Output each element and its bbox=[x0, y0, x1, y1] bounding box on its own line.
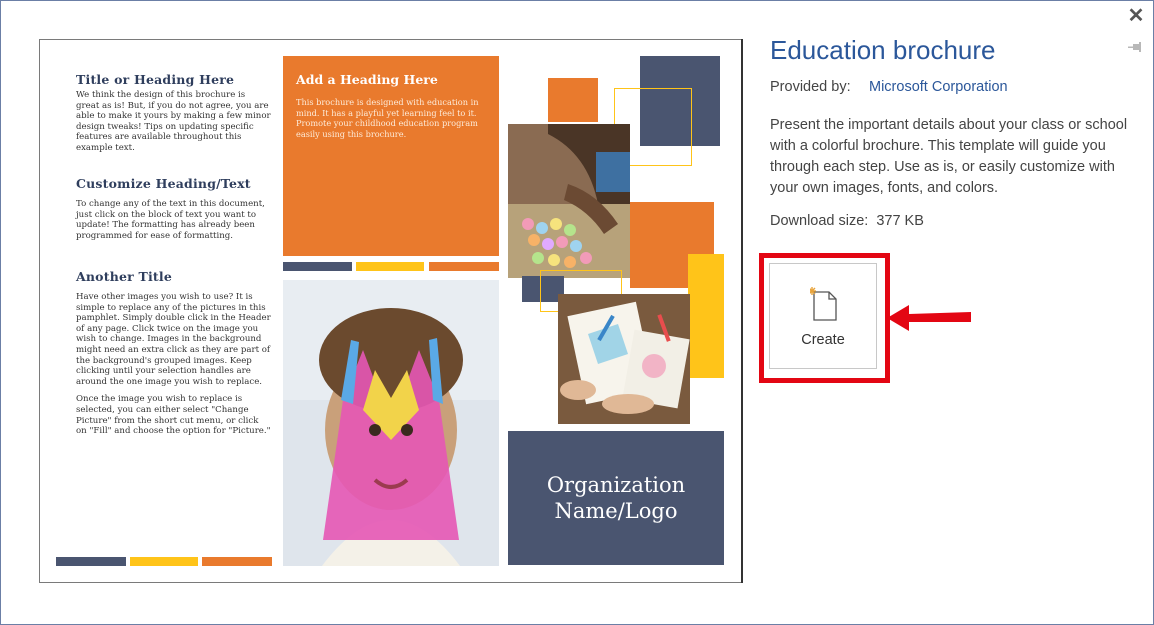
org-line-1: Organization bbox=[546, 473, 686, 497]
provided-by-label: Provided by: bbox=[770, 79, 851, 95]
brochure-paragraph: Have other images you wish to use? It is… bbox=[76, 292, 271, 387]
color-bar bbox=[56, 557, 126, 566]
template-preview-image: Title or Heading Here We think the desig… bbox=[39, 39, 743, 583]
drawing-photo bbox=[558, 294, 690, 424]
color-bar bbox=[130, 557, 198, 566]
color-bar bbox=[283, 262, 352, 271]
red-arrow-icon bbox=[887, 305, 971, 331]
brochure-heading: Add a Heading Here bbox=[296, 72, 438, 87]
create-label: Create bbox=[801, 332, 845, 348]
brochure-paragraph: Once the image you wish to replace is se… bbox=[76, 394, 271, 437]
color-bar bbox=[429, 262, 499, 271]
brochure-heading: Another Title bbox=[76, 269, 173, 284]
template-preview-dialog: ✕ Title or Heading Here We think the des… bbox=[0, 0, 1154, 625]
create-button[interactable]: Create bbox=[769, 263, 877, 369]
chalk-photo bbox=[508, 124, 630, 278]
organization-logo-panel: Organization Name/Logo bbox=[508, 431, 724, 565]
decor-square bbox=[548, 78, 598, 122]
download-size-value: 377 KB bbox=[876, 213, 924, 229]
new-document-icon bbox=[810, 287, 837, 321]
child-photo bbox=[283, 280, 499, 566]
brochure-paragraph: This brochure is designed with education… bbox=[296, 97, 479, 139]
template-title: Education brochure bbox=[770, 35, 996, 65]
pin-icon[interactable] bbox=[1127, 41, 1143, 55]
brochure-section: Title or Heading Here We think the desig… bbox=[76, 72, 271, 154]
brochure-section: Another Title Have other images you wish… bbox=[76, 269, 271, 437]
preview-shadow bbox=[741, 39, 743, 583]
close-icon[interactable]: ✕ bbox=[1125, 5, 1147, 27]
brochure-paragraph: To change any of the text in this docume… bbox=[76, 199, 265, 241]
brochure-heading: Title or Heading Here bbox=[76, 72, 235, 87]
color-bar bbox=[202, 557, 272, 566]
template-description: Present the important details about your… bbox=[770, 117, 1128, 196]
color-bar bbox=[356, 262, 424, 271]
org-line-2: Name/Logo bbox=[554, 499, 678, 523]
download-size: Download size: 377 KB bbox=[770, 213, 924, 229]
brochure-heading: Customize Heading/Text bbox=[76, 176, 251, 191]
brochure-section: Customize Heading/Text To change any of … bbox=[76, 176, 271, 241]
decor-square bbox=[688, 254, 724, 378]
brochure-orange-panel: Add a Heading Here This brochure is desi… bbox=[283, 56, 499, 256]
provider-link[interactable]: Microsoft Corporation bbox=[869, 79, 1008, 95]
download-size-label: Download size: bbox=[770, 213, 869, 229]
brochure-paragraph: We think the design of this brochure is … bbox=[76, 90, 271, 153]
